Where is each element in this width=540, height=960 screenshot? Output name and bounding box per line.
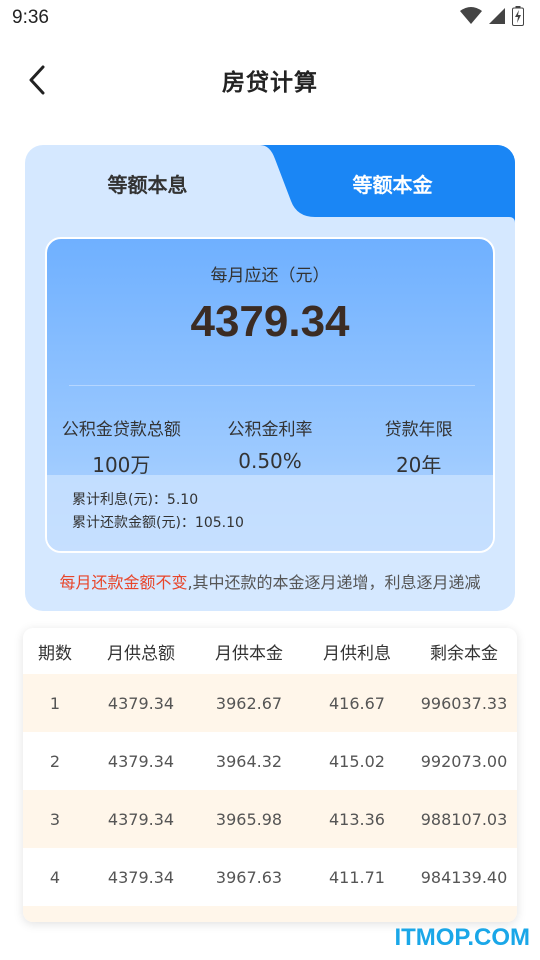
cell-monthly-total: 4379.34	[107, 809, 175, 829]
cell-monthly-total: 4379.34	[107, 751, 175, 771]
repayment-schedule-table: 期数 月供总额 月供本金 月供利息 剩余本金 1 4379.34 3962.67…	[23, 628, 517, 922]
stat-value: 0.50%	[238, 449, 302, 473]
repayment-summary: 累计利息(元)：5.10 累计还款金额(元)：105.10	[47, 475, 493, 551]
cell-monthly-principal: 3967.63	[215, 867, 283, 887]
monthly-payment-amount: 4379.34	[190, 297, 350, 346]
stat-loan-term: 贷款年限 20年	[344, 415, 493, 477]
cell-monthly-principal: 3965.98	[215, 809, 283, 829]
battery-charging-icon	[512, 6, 524, 30]
cell-monthly-interest: 416.67	[329, 693, 385, 713]
header-monthly-principal: 月供本金	[215, 643, 283, 664]
cell-remaining-principal: 996037.33	[420, 693, 508, 713]
calculator-card: 等额本息 等额本金 每月应还（元） 4379.34 公积金贷款总额 100万 公…	[25, 145, 515, 611]
header-monthly-interest: 月供利息	[323, 643, 391, 664]
cell-period: 2	[49, 751, 61, 771]
page-title: 房贷计算	[222, 70, 318, 96]
stat-loan-total: 公积金贷款总额 100万	[47, 415, 196, 477]
status-time: 9:36	[12, 7, 49, 28]
header-monthly-total: 月供总额	[107, 643, 175, 664]
cell-period: 3	[49, 809, 61, 829]
tab-equal-principal[interactable]: 等额本金	[270, 145, 515, 221]
cell-monthly-interest: 413.36	[329, 809, 385, 829]
cell-period: 4	[49, 867, 61, 887]
cellular-signal-icon	[488, 7, 506, 29]
loan-stats: 公积金贷款总额 100万 公积金利率 0.50% 贷款年限 20年	[47, 415, 493, 477]
chevron-left-icon	[29, 65, 45, 95]
table-row: 4 4379.34 3967.63 411.71 984139.40	[23, 848, 517, 906]
repayment-note: 每月还款金额不变,其中还款的本金逐月递增，利息逐月递减	[25, 569, 515, 593]
total-interest: 累计利息(元)：5.10	[72, 492, 199, 508]
status-icons	[460, 6, 524, 30]
tab-equal-payment[interactable]: 等额本息	[25, 145, 270, 221]
cell-monthly-interest: 415.02	[329, 751, 385, 771]
header-remaining-principal: 剩余本金	[430, 643, 498, 664]
stat-interest-rate: 公积金利率 0.50%	[196, 415, 345, 475]
header-period: 期数	[38, 643, 72, 664]
table-row: 3 4379.34 3965.98 413.36 988107.03	[23, 790, 517, 848]
cell-monthly-total: 4379.34	[107, 693, 175, 713]
watermark-logo: ITMOP.COM	[394, 924, 530, 951]
app-header: 房贷计算	[0, 50, 540, 110]
total-repayment: 累计还款金额(元)：105.10	[72, 515, 244, 531]
table-row-partial	[23, 906, 517, 922]
cell-monthly-total: 4379.34	[107, 867, 175, 887]
cell-remaining-principal: 992073.00	[420, 751, 508, 771]
cell-period: 1	[49, 693, 61, 713]
stat-label: 公积金贷款总额	[61, 420, 181, 440]
tab-label: 等额本金	[352, 172, 433, 197]
tab-label: 等额本息	[107, 172, 188, 197]
stat-value: 100万	[92, 453, 151, 477]
stat-label: 贷款年限	[384, 420, 453, 440]
back-button[interactable]	[22, 62, 52, 98]
table-row: 1 4379.34 3962.67 416.67 996037.33	[23, 674, 517, 732]
monthly-payment-label: 每月应还（元）	[210, 266, 330, 286]
table-row: 2 4379.34 3964.32 415.02 992073.00	[23, 732, 517, 790]
result-panel: 每月应还（元） 4379.34 公积金贷款总额 100万 公积金利率 0.50%…	[45, 237, 495, 553]
cell-remaining-principal: 988107.03	[420, 809, 508, 829]
note-highlight: 每月还款金额不变	[59, 573, 188, 592]
cell-remaining-principal: 984139.40	[420, 867, 508, 887]
stat-label: 公积金利率	[227, 420, 313, 440]
note-text: ,其中还款的本金逐月递增，利息逐月递减	[187, 573, 481, 592]
cell-monthly-interest: 411.71	[329, 867, 385, 887]
table-header: 期数 月供总额 月供本金 月供利息 剩余本金	[23, 628, 517, 674]
stat-value: 20年	[395, 453, 442, 477]
cell-monthly-principal: 3964.32	[215, 751, 283, 771]
status-bar: 9:36	[0, 0, 540, 36]
wifi-icon	[460, 7, 482, 29]
cell-monthly-principal: 3962.67	[215, 693, 283, 713]
divider	[69, 385, 475, 386]
